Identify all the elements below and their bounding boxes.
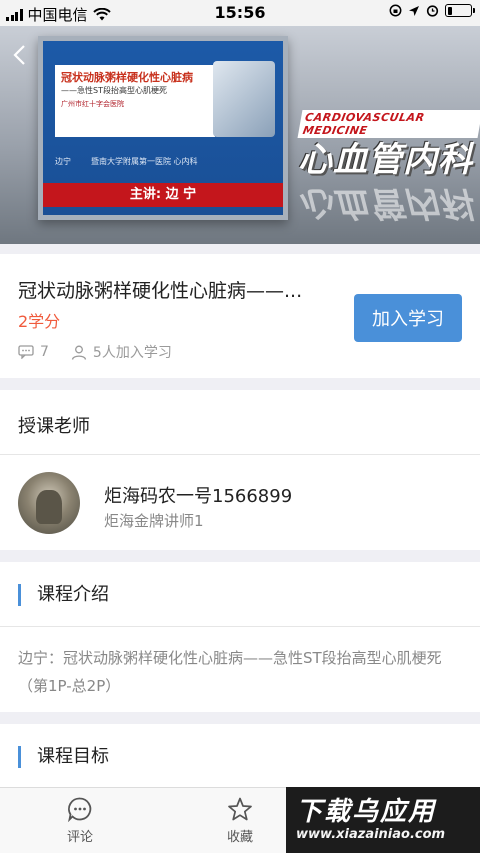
course-detail-page: 中国电信 15:56 冠状动脉粥样硬化性心脏病 ——急性ST段抬高型心肌梗死 广… (0, 0, 480, 853)
intro-text: 边宁：冠状动脉粥样硬化性心脏病——急性ST段抬高型心肌梗死（第1P-总2P） (18, 649, 442, 695)
intro-section: 课程介绍 边宁：冠状动脉粥样硬化性心脏病——急性ST段抬高型心肌梗死（第1P-总… (0, 562, 480, 712)
cover-slide-title: 冠状动脉粥样硬化性心脏病 (61, 71, 193, 84)
back-button[interactable] (12, 44, 34, 66)
join-study-button[interactable]: 加入学习 (354, 294, 462, 342)
battery-icon (445, 4, 475, 17)
course-stats: 7 5人加入学习 (18, 342, 172, 362)
teacher-section-title: 授课老师 (18, 416, 90, 437)
alarm-icon (426, 5, 439, 17)
comment-count: 7 (40, 344, 49, 360)
goals-section: 课程目标 (0, 724, 480, 794)
cover-slide-screen: 冠状动脉粥样硬化性心脏病 ——急性ST段抬高型心肌梗死 广州市红十字会医院 边宁… (38, 36, 288, 220)
status-right (389, 4, 475, 17)
star-icon (228, 797, 252, 821)
teacher-name[interactable]: 炬海码农一号1566899 (104, 482, 292, 508)
cover-hospital-short: 暨南大学附属第一医院 心内科 (91, 157, 198, 166)
cover-slide: 冠状动脉粥样硬化性心脏病 ——急性ST段抬高型心肌梗死 广州市红十字会医院 (55, 65, 215, 137)
section-divider (0, 454, 480, 455)
cover-slide-info: 边宁 暨南大学附属第一医院 心内科 (55, 156, 198, 167)
watermark-title: 下载乌应用 (296, 797, 437, 827)
cover-department-cn: 心血管内科 (298, 140, 473, 180)
watermark-url: www.xiazainiao.com (296, 827, 446, 842)
teacher-title: 炬海金牌讲师1 (104, 512, 204, 530)
location-icon (409, 5, 419, 16)
teacher-avatar[interactable] (18, 472, 80, 534)
course-cover[interactable]: 冠状动脉粥样硬化性心脏病 ——急性ST段抬高型心肌梗死 广州市红十字会医院 边宁… (0, 26, 480, 244)
course-title: 冠状动脉粥样硬化性心脏病——... (18, 280, 303, 302)
course-info-card: 冠状动脉粥样硬化性心脏病——... 2学分 7 5人加入学习 加入学习 (0, 254, 480, 378)
chevron-left-icon (13, 45, 25, 65)
intro-section-title: 课程介绍 (18, 584, 109, 606)
joined-count: 5人加入学习 (92, 345, 172, 361)
user-icon (71, 345, 87, 360)
comment-count-icon (18, 345, 34, 359)
cover-slide-logo: 广州市红十字会医院 (61, 100, 124, 108)
cover-device-image (213, 61, 275, 137)
battery-level (447, 6, 452, 15)
cover-speaker-short: 边宁 (55, 157, 71, 166)
cover-presenter-bar: 主讲: 边 宁 (43, 183, 283, 207)
tab-comment-label: 评论 (66, 830, 93, 845)
cover-department-reflection: 心血管内科 (298, 183, 473, 223)
section-divider (0, 626, 480, 627)
tab-favorite-label: 收藏 (226, 830, 253, 845)
goals-section-title: 课程目标 (18, 746, 109, 768)
tab-comment[interactable]: 评论 (40, 796, 120, 845)
tab-favorite[interactable]: 收藏 (200, 796, 280, 845)
status-bar: 中国电信 15:56 (0, 0, 480, 26)
teacher-section: 授课老师 炬海码农一号1566899 炬海金牌讲师1 (0, 390, 480, 550)
comment-icon (68, 797, 92, 822)
rotation-lock-icon (389, 4, 402, 17)
site-watermark: 下载乌应用 www.xiazainiao.com (286, 787, 480, 853)
course-credits: 2学分 (18, 312, 61, 331)
cover-slide-subtitle: ——急性ST段抬高型心肌梗死 (61, 86, 167, 95)
